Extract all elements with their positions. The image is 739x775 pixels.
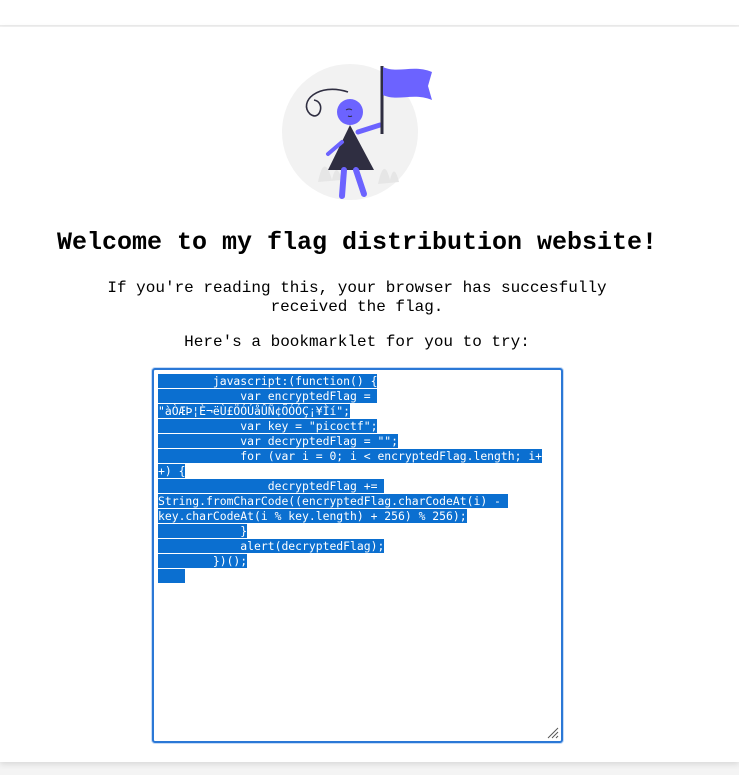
resize-grip-icon[interactable] xyxy=(545,725,559,739)
code-line: "àÒÆÞ¦È¬ëÙ£ÖÓÚåÛÑ¢ÕÓÓÇ¡¥Ìí"; xyxy=(158,404,351,418)
page-title: Welcome to my flag distribution website! xyxy=(56,228,658,257)
code-line: javascript:(function() { xyxy=(158,374,378,388)
code-line xyxy=(158,569,186,583)
code-line: alert(decryptedFlag); xyxy=(158,539,385,553)
intro-text: If you're reading this, your browser has… xyxy=(107,279,607,316)
top-strip xyxy=(0,0,739,26)
bookmarklet-prompt: Here's a bookmarklet for you to try: xyxy=(184,333,530,351)
code-line: key.charCodeAt(i % key.length) + 256) % … xyxy=(158,509,467,523)
content-card: Welcome to my flag distribution website!… xyxy=(0,27,739,762)
code-line: decryptedFlag += xyxy=(158,479,385,493)
code-line: +) { xyxy=(158,464,186,478)
code-line: var encryptedFlag = xyxy=(158,389,378,403)
bookmarklet-textarea[interactable]: javascript:(function() { var encryptedFl… xyxy=(152,368,563,743)
code-line: var decryptedFlag = ""; xyxy=(158,434,399,448)
code-line: for (var i = 0; i < encryptedFlag.length… xyxy=(158,449,543,463)
code-line: var key = "picoctf"; xyxy=(158,419,378,433)
code-line: String.fromCharCode((encryptedFlag.charC… xyxy=(158,494,508,508)
bookmarklet-code[interactable]: javascript:(function() { var encryptedFl… xyxy=(154,370,561,584)
code-line: })(); xyxy=(158,554,248,568)
code-line: } xyxy=(158,524,248,538)
person-holding-flag-illustration xyxy=(282,64,432,200)
